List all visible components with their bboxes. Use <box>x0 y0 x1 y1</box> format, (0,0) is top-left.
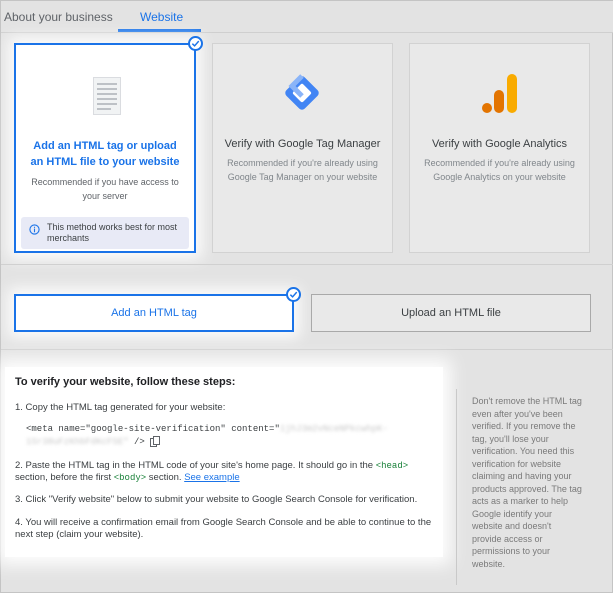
meta-tag-code[interactable]: <meta name="google-site-verification" co… <box>26 424 388 434</box>
method-title: Verify with Google Analytics <box>431 138 568 150</box>
check-icon <box>191 40 200 47</box>
upload-html-file-button[interactable]: Upload an HTML file <box>311 294 591 332</box>
method-tip: This method works best for most merchant… <box>21 217 189 249</box>
method-description: Recommended if you're already using Goog… <box>424 158 575 182</box>
check-icon <box>289 291 298 298</box>
step-3: 3. Click "Verify website" below to submi… <box>15 494 418 505</box>
head-code: <head> <box>375 461 409 471</box>
method-description: Recommended if you're already using Goog… <box>227 158 378 182</box>
code-blurred: 1Sr38uFzKhbFdKcFSE" <box>26 436 129 447</box>
step-2-text-b: section, before the first <box>15 472 114 483</box>
step-2-text: 2. Paste the HTML tag in the HTML code o… <box>15 460 376 471</box>
add-html-tag-button[interactable]: Add an HTML tag <box>14 294 294 332</box>
document-icon <box>93 77 121 115</box>
analytics-icon <box>482 74 517 113</box>
selected-check-badge <box>286 287 301 302</box>
step-1: 1. Copy the HTML tag generated for your … <box>15 402 226 413</box>
meta-tag-code-line2[interactable]: 1Sr38uFzKhbFdKcFSE" /> <box>26 436 161 447</box>
code-start: <meta name="google-site-verification" co… <box>26 424 280 434</box>
tab-website[interactable]: Website <box>140 10 183 24</box>
method-card-tag-manager[interactable]: Verify with Google Tag Manager Recommend… <box>212 43 393 253</box>
code-blurred: 1jhJ3m2vNceNPkcwhpK- <box>279 424 388 434</box>
tab-about-your-business[interactable]: About your business <box>4 10 113 24</box>
step-2: 2. Paste the HTML tag in the HTML code o… <box>15 460 437 484</box>
side-note-divider <box>456 389 457 585</box>
tab-bar: About your business Website <box>1 1 613 33</box>
selected-check-badge <box>188 36 203 51</box>
divider <box>1 264 613 265</box>
verification-page: About your business Website Add an HTML … <box>0 0 613 593</box>
method-title: Add an HTML tag or upload an HTML file t… <box>30 140 180 168</box>
method-title: Verify with Google Tag Manager <box>224 138 381 150</box>
see-example-link[interactable]: See example <box>184 472 239 483</box>
tip-text: This method works best for most merchant… <box>47 222 178 243</box>
method-description: Recommended if you have access to your s… <box>31 177 179 201</box>
active-tab-indicator <box>118 29 201 32</box>
code-end: /> <box>128 436 145 447</box>
upload-html-file-label: Upload an HTML file <box>401 307 501 319</box>
side-note-text: Don't remove the HTML tag even after you… <box>472 396 582 569</box>
step-4: 4. You will receive a confirmation email… <box>15 517 432 540</box>
steps-title: To verify your website, follow these ste… <box>15 376 236 388</box>
step-2-text-c: section. <box>146 472 185 483</box>
add-html-tag-label: Add an HTML tag <box>111 307 197 319</box>
tag-manager-icon <box>285 74 319 110</box>
method-card-analytics[interactable]: Verify with Google Analytics Recommended… <box>409 43 590 253</box>
body-code: <body> <box>113 473 147 483</box>
divider <box>1 349 613 350</box>
copy-icon[interactable] <box>150 436 161 447</box>
verification-steps: To verify your website, follow these ste… <box>5 367 443 557</box>
method-card-html[interactable]: Add an HTML tag or upload an HTML file t… <box>14 43 196 253</box>
info-icon <box>29 224 40 235</box>
